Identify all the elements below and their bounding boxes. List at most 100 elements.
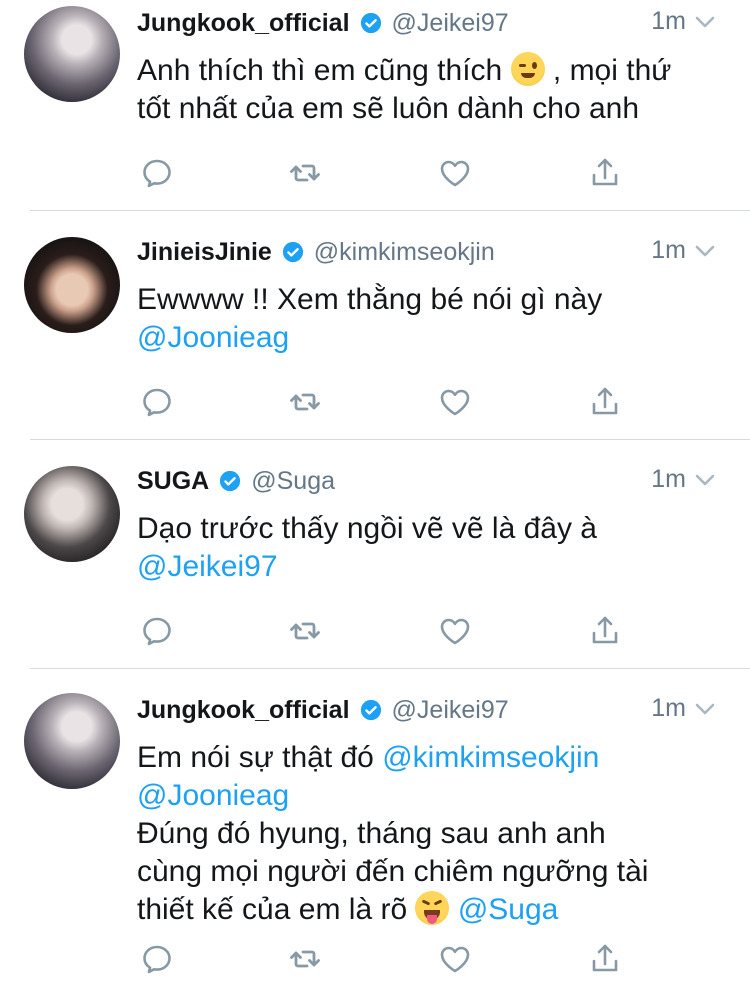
like-button[interactable]	[435, 939, 475, 979]
display-name[interactable]: SUGA	[137, 467, 209, 496]
share-icon	[587, 941, 623, 977]
retweet-button[interactable]	[285, 939, 325, 979]
share-button[interactable]	[585, 153, 625, 193]
text-segment: Ewwww !! Xem thằng bé nói gì này	[137, 283, 603, 316]
text-segment: Dạo trước thấy ngồi vẽ vẽ là đây à	[137, 512, 597, 545]
retweet-button[interactable]	[285, 382, 325, 422]
tweet-meta: 1m	[651, 694, 718, 723]
chevron-down-icon[interactable]	[692, 9, 718, 35]
tweet-item[interactable]: JinieisJinie @kimkimseokjin 1m Ewwww !! …	[0, 211, 750, 440]
text-segment: Em nói sự thật đó	[137, 741, 383, 774]
share-button[interactable]	[585, 939, 625, 979]
like-icon	[437, 384, 473, 420]
tweet-text-line: Anh thích thì em cũng thích , mọi thứ	[137, 52, 720, 90]
retweet-icon	[287, 155, 323, 191]
text-segment: tốt nhất của em sẽ luôn dành cho anh	[137, 92, 640, 125]
winking-face-emoji-icon	[510, 52, 545, 86]
reply-icon	[139, 155, 175, 191]
verified-badge-icon	[282, 241, 304, 263]
like-button[interactable]	[435, 382, 475, 422]
tweet-meta: 1m	[651, 7, 718, 36]
retweet-button[interactable]	[285, 611, 325, 651]
tweet-text-line: thiết kế của em là rõ @Suga	[137, 891, 720, 929]
tweet-text-line: Ewwww !! Xem thằng bé nói gì này	[137, 281, 720, 319]
like-icon	[437, 613, 473, 649]
tweet-text: Anh thích thì em cũng thích , mọi thứ tốt…	[137, 52, 720, 128]
tweet-text-line: Dạo trước thấy ngồi vẽ vẽ là đây à	[137, 510, 720, 548]
tweet-text: Dạo trước thấy ngồi vẽ vẽ là đây à @Jeike…	[137, 510, 720, 586]
tweet-header: JinieisJinie @kimkimseokjin	[137, 236, 495, 268]
handle[interactable]: @Jeikei97	[392, 696, 509, 725]
retweet-icon	[287, 384, 323, 420]
tweet-actions	[137, 382, 637, 422]
tweet-actions	[137, 939, 637, 979]
face-with-stuck-out-tongue-and-winking-eye-emoji-icon	[415, 891, 450, 925]
reply-icon	[139, 384, 175, 420]
share-icon	[587, 613, 623, 649]
avatar[interactable]	[24, 693, 120, 789]
verified-badge-icon	[360, 12, 382, 34]
share-button[interactable]	[585, 611, 625, 651]
chevron-down-icon[interactable]	[692, 238, 718, 264]
mention-link[interactable]: @Joonieag	[137, 321, 289, 354]
share-icon	[587, 384, 623, 420]
like-button[interactable]	[435, 611, 475, 651]
display-name[interactable]: JinieisJinie	[137, 238, 272, 267]
tweet-text-line: @Jeikei97	[137, 548, 720, 586]
display-name[interactable]: Jungkook_official	[137, 9, 350, 38]
like-icon	[437, 155, 473, 191]
text-segment: , mọi thứ	[544, 54, 672, 87]
reply-button[interactable]	[137, 153, 177, 193]
share-button[interactable]	[585, 382, 625, 422]
text-segment: Đúng đó hyung, tháng sau anh anh	[137, 817, 606, 850]
tweet-text-line: @Joonieag	[137, 777, 720, 815]
tweet-item[interactable]: Jungkook_official @Jeikei97 1m Anh thích…	[0, 0, 750, 211]
mention-link[interactable]: @Suga	[458, 893, 559, 926]
avatar[interactable]	[24, 237, 120, 333]
text-segment: cùng mọi người đến chiêm ngưỡng tài	[137, 855, 649, 888]
tweet-text-line: tốt nhất của em sẽ luôn dành cho anh	[137, 90, 720, 128]
tweet-text-line: Em nói sự thật đó @kimkimseokjin	[137, 739, 720, 777]
handle[interactable]: @Suga	[251, 467, 335, 496]
display-name[interactable]: Jungkook_official	[137, 696, 350, 725]
retweet-icon	[287, 941, 323, 977]
mention-link[interactable]: @Jeikei97	[137, 550, 278, 583]
verified-badge-icon	[360, 699, 382, 721]
tweet-text-line: Đúng đó hyung, tháng sau anh anh	[137, 815, 720, 853]
tweet-text-line: cùng mọi người đến chiêm ngưỡng tài	[137, 853, 720, 891]
tweet-feed: Jungkook_official @Jeikei97 1m Anh thích…	[0, 0, 750, 998]
mention-link[interactable]: @Joonieag	[137, 779, 289, 812]
chevron-down-icon[interactable]	[692, 467, 718, 493]
text-segment	[449, 893, 457, 926]
share-icon	[587, 155, 623, 191]
tweet-meta: 1m	[651, 236, 718, 265]
reply-button[interactable]	[137, 611, 177, 651]
timestamp: 1m	[651, 465, 686, 493]
handle[interactable]: @kimkimseokjin	[314, 238, 495, 267]
timestamp: 1m	[651, 694, 686, 722]
chevron-down-icon[interactable]	[692, 696, 718, 722]
avatar[interactable]	[24, 6, 120, 102]
tweet-header: Jungkook_official @Jeikei97	[137, 694, 509, 726]
text-segment: thiết kế của em là rõ	[137, 893, 416, 926]
reply-button[interactable]	[137, 382, 177, 422]
text-segment: Anh thích thì em cũng thích	[137, 54, 511, 87]
timestamp: 1m	[651, 7, 686, 35]
handle[interactable]: @Jeikei97	[392, 9, 509, 38]
reply-button[interactable]	[137, 939, 177, 979]
like-button[interactable]	[435, 153, 475, 193]
tweet-header: SUGA @Suga	[137, 465, 335, 497]
tweet-actions	[137, 611, 637, 651]
reply-icon	[139, 941, 175, 977]
reply-icon	[139, 613, 175, 649]
tweet-text: Ewwww !! Xem thằng bé nói gì này @Jooniea…	[137, 281, 720, 357]
retweet-button[interactable]	[285, 153, 325, 193]
tweet-item[interactable]: Jungkook_official @Jeikei97 1m Em nói sự…	[0, 669, 750, 998]
tweet-item[interactable]: SUGA @Suga 1m Dạo trước thấy ngồi vẽ vẽ …	[0, 440, 750, 669]
mention-link[interactable]: @kimkimseokjin	[382, 741, 599, 774]
tweet-text-line: @Joonieag	[137, 319, 720, 357]
avatar[interactable]	[24, 466, 120, 562]
tweet-actions	[137, 153, 637, 193]
retweet-icon	[287, 613, 323, 649]
tweet-meta: 1m	[651, 465, 718, 494]
